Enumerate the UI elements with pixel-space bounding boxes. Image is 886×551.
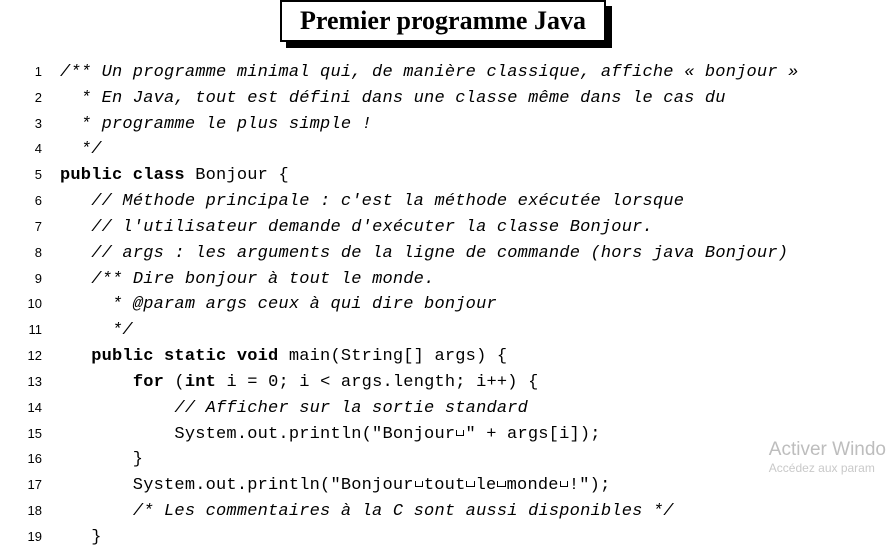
code-text: } <box>60 450 143 469</box>
comment-text: // args : les arguments de la ligne de c… <box>91 244 788 263</box>
code-content: * programme le plus simple ! <box>60 112 372 138</box>
comment-text: /** Un programme minimal qui, de manière… <box>60 63 799 82</box>
line-number: 14 <box>10 398 42 418</box>
code-text <box>60 218 91 237</box>
line-number: 2 <box>10 88 42 108</box>
code-line: 7 // l'utilisateur demande d'exécuter la… <box>10 215 886 241</box>
code-content: /* Les commentaires à la C sont aussi di… <box>60 499 674 525</box>
code-text: " + args[i]); <box>465 425 600 444</box>
comment-text: */ <box>60 321 133 340</box>
code-text: monde <box>507 476 559 495</box>
code-content: for (int i = 0; i < args.length; i++) { <box>60 370 539 396</box>
code-line: 15 System.out.println("Bonjour " + args[i… <box>10 422 886 448</box>
code-text <box>60 192 91 211</box>
code-content: */ <box>60 318 133 344</box>
comment-text: */ <box>60 140 102 159</box>
line-number: 8 <box>10 243 42 263</box>
code-text <box>60 244 91 263</box>
code-text: ( <box>164 373 185 392</box>
line-number: 7 <box>10 217 42 237</box>
comment-text: * programme le plus simple ! <box>60 115 372 134</box>
line-number: 11 <box>10 320 42 340</box>
code-line: 14 // Afficher sur la sortie standard <box>10 396 886 422</box>
code-line: 4 */ <box>10 137 886 163</box>
comment-text: // Afficher sur la sortie standard <box>174 399 528 418</box>
line-number: 19 <box>10 527 42 547</box>
code-text <box>60 270 91 289</box>
line-number: 13 <box>10 372 42 392</box>
code-line: 8 // args : les arguments de la ligne de… <box>10 241 886 267</box>
code-content: } <box>60 447 143 473</box>
code-content: */ <box>60 137 102 163</box>
keyword-text: public static void <box>91 347 278 366</box>
code-line: 5 public class Bonjour { <box>10 163 886 189</box>
code-text: System.out.println("Bonjour <box>60 425 455 444</box>
line-number: 4 <box>10 139 42 159</box>
code-text: i = 0; i < args.length; i++) { <box>216 373 538 392</box>
line-number: 16 <box>10 449 42 469</box>
code-content: // l'utilisateur demande d'exécuter la c… <box>60 215 653 241</box>
code-line: 6 // Méthode principale : c'est la métho… <box>10 189 886 215</box>
line-number: 12 <box>10 346 42 366</box>
line-number: 9 <box>10 269 42 289</box>
code-content: System.out.println("Bonjour " + args[i]); <box>60 422 601 448</box>
code-line: 11 */ <box>10 318 886 344</box>
keyword-text: public class <box>60 166 185 185</box>
line-number: 17 <box>10 475 42 495</box>
line-number: 10 <box>10 294 42 314</box>
code-text <box>60 399 174 418</box>
comment-text: * En Java, tout est défini dans une clas… <box>60 89 726 108</box>
code-listing: 1 /** Un programme minimal qui, de manièr… <box>0 60 886 551</box>
code-line: 10 * @param args ceux à qui dire bonjour <box>10 292 886 318</box>
title-box: Premier programme Java <box>280 0 606 42</box>
keyword-text: for <box>133 373 164 392</box>
code-line: 17 System.out.println("Bonjour toutlemond… <box>10 473 886 499</box>
code-content: System.out.println("Bonjour toutlemonde !"… <box>60 473 610 499</box>
code-content: // Méthode principale : c'est la méthode… <box>60 189 684 215</box>
code-text <box>60 502 133 521</box>
comment-text: // Méthode principale : c'est la méthode… <box>91 192 684 211</box>
code-content: public static void main(String[] args) { <box>60 344 507 370</box>
comment-text: /* Les commentaires à la C sont aussi di… <box>133 502 674 521</box>
code-text: System.out.println("Bonjour <box>60 476 414 495</box>
line-number: 15 <box>10 424 42 444</box>
code-text <box>60 347 91 366</box>
code-line: 19 } <box>10 525 886 551</box>
line-number: 1 <box>10 62 42 82</box>
code-line: 18 /* Les commentaires à la C sont aussi… <box>10 499 886 525</box>
code-content: /** Dire bonjour à tout le monde. <box>60 267 434 293</box>
code-text: } <box>60 528 102 547</box>
comment-text: // l'utilisateur demande d'exécuter la c… <box>91 218 653 237</box>
line-number: 6 <box>10 191 42 211</box>
code-line: 12 public static void main(String[] args… <box>10 344 886 370</box>
line-number: 18 <box>10 501 42 521</box>
code-text: main(String[] args) { <box>278 347 507 366</box>
line-number: 5 <box>10 165 42 185</box>
code-text: le <box>476 476 497 495</box>
code-content: public class Bonjour { <box>60 163 289 189</box>
code-content: * @param args ceux à qui dire bonjour <box>60 292 497 318</box>
line-number: 3 <box>10 114 42 134</box>
code-content: } <box>60 525 102 551</box>
code-text: tout <box>424 476 466 495</box>
code-line: 2 * En Java, tout est défini dans une cl… <box>10 86 886 112</box>
code-line: 9 /** Dire bonjour à tout le monde. <box>10 267 886 293</box>
code-line: 1 /** Un programme minimal qui, de manièr… <box>10 60 886 86</box>
code-content: * En Java, tout est défini dans une clas… <box>60 86 726 112</box>
code-content: /** Un programme minimal qui, de manière… <box>60 60 799 86</box>
code-text: Bonjour { <box>185 166 289 185</box>
code-content: // Afficher sur la sortie standard <box>60 396 528 422</box>
code-line: 3 * programme le plus simple ! <box>10 112 886 138</box>
comment-text: /** Dire bonjour à tout le monde. <box>91 270 434 289</box>
code-line: 16 } <box>10 447 886 473</box>
comment-text: * @param args ceux à qui dire bonjour <box>60 295 497 314</box>
code-content: // args : les arguments de la ligne de c… <box>60 241 788 267</box>
page-title: Premier programme Java <box>280 0 606 42</box>
code-text: !"); <box>569 476 611 495</box>
code-text <box>60 373 133 392</box>
keyword-text: int <box>185 373 216 392</box>
code-line: 13 for (int i = 0; i < args.length; i++)… <box>10 370 886 396</box>
